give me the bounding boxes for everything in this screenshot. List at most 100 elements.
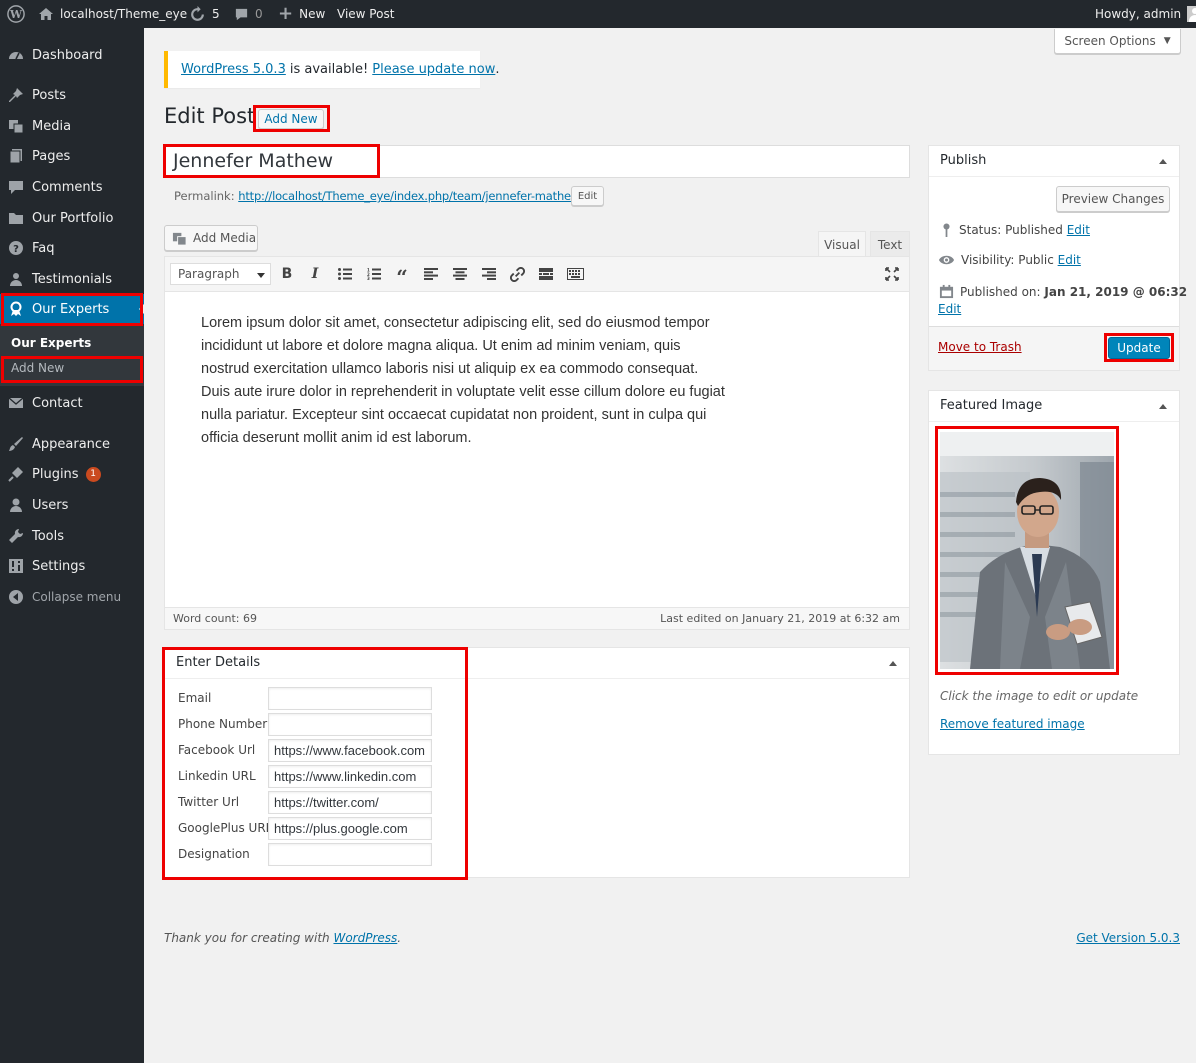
align-right-icon[interactable] [479, 264, 499, 284]
menu-label: Testimonials [32, 271, 113, 287]
menu-label: Our Experts [32, 301, 110, 317]
menu-tools[interactable]: Tools [0, 521, 144, 551]
footer-thanks-text: Thank you for creating with [164, 931, 330, 945]
new-content-link[interactable]: + New [278, 0, 325, 28]
site-name-link[interactable]: localhost/Theme_eye [38, 0, 187, 28]
visibility-row: Visibility: Public Edit [938, 253, 1081, 267]
menu-posts[interactable]: Posts [0, 80, 144, 110]
menu-contact[interactable]: Contact [0, 388, 144, 418]
menu-dashboard[interactable]: Dashboard [0, 40, 144, 70]
avatar [1187, 6, 1196, 22]
link-icon[interactable] [507, 264, 527, 284]
align-center-icon[interactable] [450, 264, 470, 284]
menu-label: Media [32, 118, 72, 134]
status-value: Published [1005, 223, 1063, 237]
menu-media[interactable]: Media [0, 111, 144, 141]
linkedin-url-field[interactable] [268, 765, 432, 788]
notice-end: . [495, 62, 500, 77]
read-more-icon[interactable] [536, 264, 556, 284]
remove-featured-image-link[interactable]: Remove featured image [940, 717, 1085, 731]
admin-bar: W localhost/Theme_eye 5 0 + New View Pos… [0, 0, 1196, 28]
screen-options-label: Screen Options [1064, 34, 1156, 48]
menu-label: Plugins [32, 466, 79, 482]
updates-link[interactable]: 5 [189, 0, 220, 28]
menu-appearance[interactable]: Appearance [0, 429, 144, 459]
visibility-value: Public [1018, 253, 1054, 267]
submenu-add-new[interactable]: Add New [11, 361, 64, 375]
googleplus-url-field[interactable] [268, 817, 432, 840]
status-edit-link[interactable]: Edit [1067, 223, 1090, 237]
user-icon [8, 497, 24, 513]
facebook-url-field[interactable] [268, 739, 432, 762]
move-to-trash-link[interactable]: Move to Trash [938, 340, 1022, 354]
site-name: localhost/Theme_eye [60, 7, 188, 21]
blockquote-icon[interactable]: “ [392, 264, 412, 289]
eye-icon [938, 255, 955, 265]
menu-plugins[interactable]: Plugins 1 [0, 459, 144, 489]
my-account-link[interactable]: Howdy, admin [1095, 0, 1196, 28]
comment-bubble-icon [235, 8, 248, 20]
update-now-link[interactable]: Please update now [372, 62, 495, 77]
designation-label: Designation [178, 847, 250, 861]
permalink-edit-button[interactable]: Edit [571, 186, 604, 206]
add-new-button[interactable]: Add New [258, 109, 324, 129]
wordpress-logo-icon[interactable]: W [7, 0, 25, 28]
tab-visual[interactable]: Visual [818, 231, 866, 257]
version-link[interactable]: WordPress 5.0.3 [181, 62, 286, 77]
format-select[interactable]: Paragraph [170, 263, 271, 285]
italic-icon[interactable]: I [305, 264, 325, 284]
update-button[interactable]: Update [1108, 337, 1170, 359]
collapse-toggle-icon[interactable] [889, 661, 897, 666]
submenu-our-experts[interactable]: Our Experts [11, 336, 91, 350]
new-label: New [299, 7, 326, 21]
award-icon [8, 301, 24, 317]
comments-link[interactable]: 0 [234, 0, 263, 28]
collapse-toggle-icon[interactable] [1159, 159, 1167, 164]
phone-number-field[interactable] [268, 713, 432, 736]
menu-settings[interactable]: Settings [0, 551, 144, 581]
permalink-url[interactable]: http://localhost/Theme_eye/index.php/tea… [238, 189, 584, 203]
preview-changes-button[interactable]: Preview Changes [1056, 186, 1170, 212]
toolbar-toggle-icon[interactable] [565, 264, 585, 284]
menu-comments[interactable]: Comments [0, 172, 144, 202]
view-post-link[interactable]: View Post [337, 0, 394, 28]
pin-icon [943, 223, 950, 237]
media-icon [172, 232, 187, 246]
fullscreen-icon[interactable] [882, 264, 902, 284]
format-select-value: Paragraph [178, 267, 240, 281]
twitter-url-field[interactable] [268, 791, 432, 814]
get-version-link[interactable]: Get Version 5.0.3 [1076, 931, 1180, 945]
numbered-list-icon[interactable]: 123 [364, 264, 384, 284]
published-on-edit-link[interactable]: Edit [938, 302, 961, 316]
menu-our-portfolio[interactable]: Our Portfolio [0, 203, 144, 233]
menu-our-experts[interactable]: Our Experts [0, 294, 144, 324]
bullet-list-icon[interactable] [335, 264, 355, 284]
phone-number-label: Phone Number [178, 717, 268, 731]
add-media-label: Add Media [193, 231, 257, 245]
featured-image[interactable] [940, 432, 1114, 669]
designation-field[interactable] [268, 843, 432, 866]
visibility-edit-link[interactable]: Edit [1058, 253, 1081, 267]
home-icon [39, 8, 53, 20]
menu-testimonials[interactable]: Testimonials [0, 264, 144, 294]
footer-wordpress-link[interactable]: WordPress [333, 931, 397, 945]
screen-options-button[interactable]: Screen Options ▼ [1054, 29, 1181, 54]
current-menu-arrow-icon [139, 304, 144, 314]
menu-pages[interactable]: Pages [0, 141, 144, 171]
collapse-menu-button[interactable]: Collapse menu [0, 582, 144, 612]
last-edited: Last edited on January 21, 2019 at 6:32 … [660, 612, 900, 625]
email-field[interactable] [268, 687, 432, 710]
menu-label: Settings [32, 558, 86, 574]
editor-content[interactable]: Lorem ipsum dolor sit amet, consectetur … [201, 312, 731, 450]
add-media-button[interactable]: Add Media [164, 225, 258, 251]
tab-text[interactable]: Text [870, 231, 910, 257]
comment-icon [8, 179, 24, 195]
collapse-toggle-icon[interactable] [1159, 404, 1167, 409]
facebook-url-label: Facebook Url [178, 743, 256, 757]
menu-users[interactable]: Users [0, 490, 144, 520]
post-title-field[interactable]: Jennefer Mathew [164, 145, 910, 178]
bold-icon[interactable]: B [277, 264, 297, 284]
menu-faq[interactable]: ? Faq [0, 233, 144, 263]
align-left-icon[interactable] [421, 264, 441, 284]
help-icon: ? [8, 240, 24, 256]
